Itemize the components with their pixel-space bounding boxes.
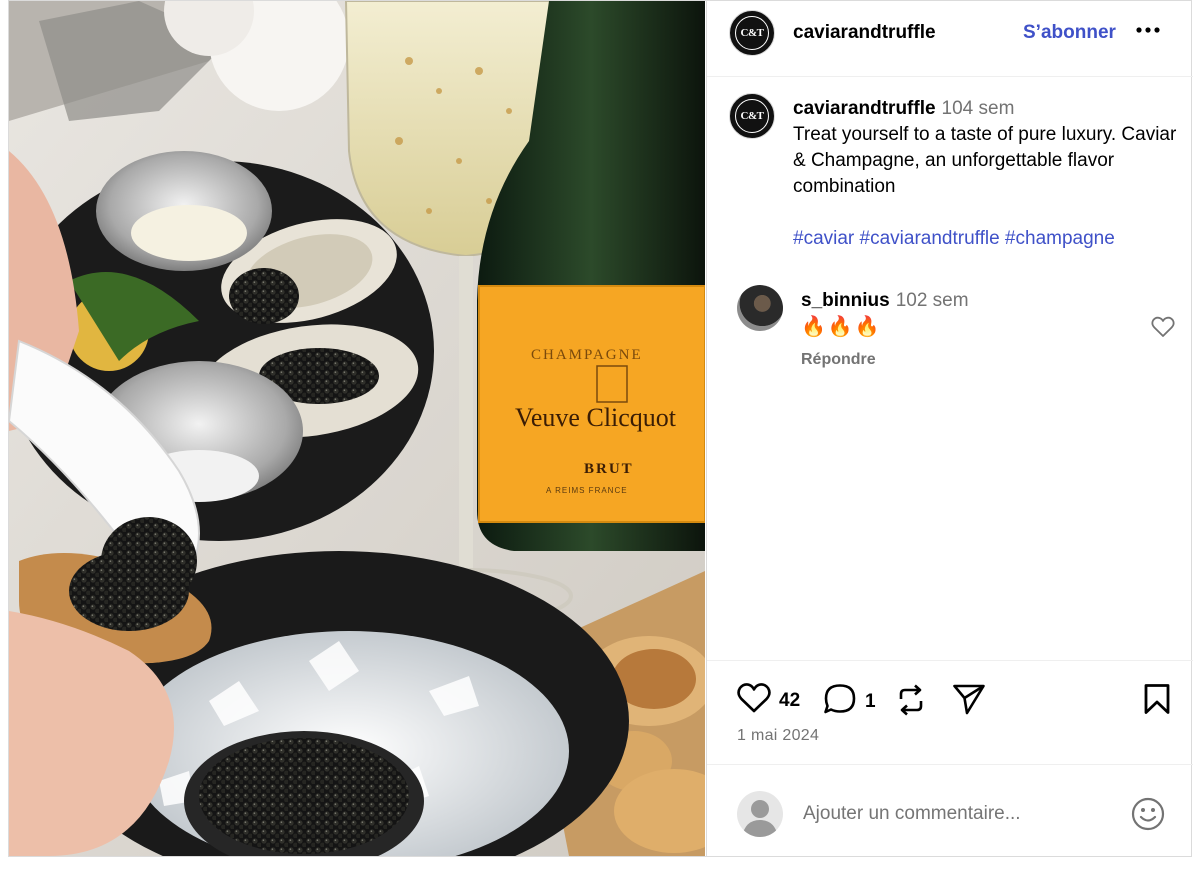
post-header: C&T caviarandtruffle S’abonner bbox=[707, 1, 1193, 77]
label-origin: A REIMS FRANCE bbox=[546, 486, 628, 495]
like-action: 42 bbox=[737, 683, 800, 719]
logo-mark: C&T bbox=[735, 16, 769, 50]
add-comment-bar bbox=[707, 764, 1193, 856]
account-username[interactable]: caviarandtruffle bbox=[793, 22, 936, 44]
logo-mark: C&T bbox=[735, 99, 769, 133]
comment-time[interactable]: 102 sem bbox=[896, 290, 969, 311]
comment-text: 🔥🔥🔥 bbox=[801, 316, 882, 338]
comment-text-block: s_binnius 102 sem 🔥🔥🔥 bbox=[801, 288, 969, 341]
caption-body: caviarandtruffle 104 sem Treat yourself t… bbox=[793, 96, 1183, 252]
caption-username[interactable]: caviarandtruffle bbox=[793, 98, 936, 119]
caption-avatar[interactable]: C&T bbox=[729, 93, 775, 139]
caviar-champagne-image: CHAMPAGNE Veuve Clicquot BRUT A REIMS FR… bbox=[9, 1, 705, 856]
smiley-icon[interactable] bbox=[1131, 797, 1165, 836]
reply-button[interactable]: Répondre bbox=[801, 351, 876, 369]
label-brut: BRUT bbox=[584, 461, 634, 477]
commenter-avatar[interactable] bbox=[737, 285, 783, 331]
add-comment-input[interactable] bbox=[803, 803, 1123, 825]
comment-username[interactable]: s_binnius bbox=[801, 290, 890, 311]
caption-hashtags[interactable]: #caviar #caviarandtruffle #champagne bbox=[793, 226, 1183, 252]
caption-text: Treat yourself to a taste of pure luxury… bbox=[793, 124, 1177, 197]
like-count[interactable]: 42 bbox=[779, 690, 800, 712]
post-photo[interactable]: CHAMPAGNE Veuve Clicquot BRUT A REIMS FR… bbox=[9, 1, 705, 856]
comment-action: 1 bbox=[823, 683, 876, 721]
share-icon[interactable] bbox=[952, 683, 986, 715]
post-side-panel: C&T caviarandtruffle S’abonner C&T cavia… bbox=[706, 1, 1193, 856]
label-champagne: CHAMPAGNE bbox=[531, 347, 643, 363]
account-avatar[interactable]: C&T bbox=[729, 10, 775, 56]
label-brand: Veuve Clicquot bbox=[515, 403, 677, 432]
post-dialog: CHAMPAGNE Veuve Clicquot BRUT A REIMS FR… bbox=[8, 0, 1193, 857]
heart-icon[interactable] bbox=[737, 683, 771, 719]
more-icon[interactable] bbox=[1135, 17, 1161, 49]
post-actions: 42 1 1 mai 2024 bbox=[707, 660, 1193, 764]
comment-like-icon[interactable] bbox=[1151, 316, 1175, 343]
follow-button[interactable]: S’abonner bbox=[1023, 22, 1116, 44]
post-date[interactable]: 1 mai 2024 bbox=[737, 727, 819, 745]
current-user-avatar bbox=[737, 791, 783, 837]
caption-time[interactable]: 104 sem bbox=[942, 98, 1015, 119]
comment-count[interactable]: 1 bbox=[865, 691, 876, 713]
comment-icon[interactable] bbox=[823, 683, 857, 721]
bookmark-icon[interactable] bbox=[1143, 683, 1171, 715]
repost-icon[interactable] bbox=[895, 683, 927, 717]
